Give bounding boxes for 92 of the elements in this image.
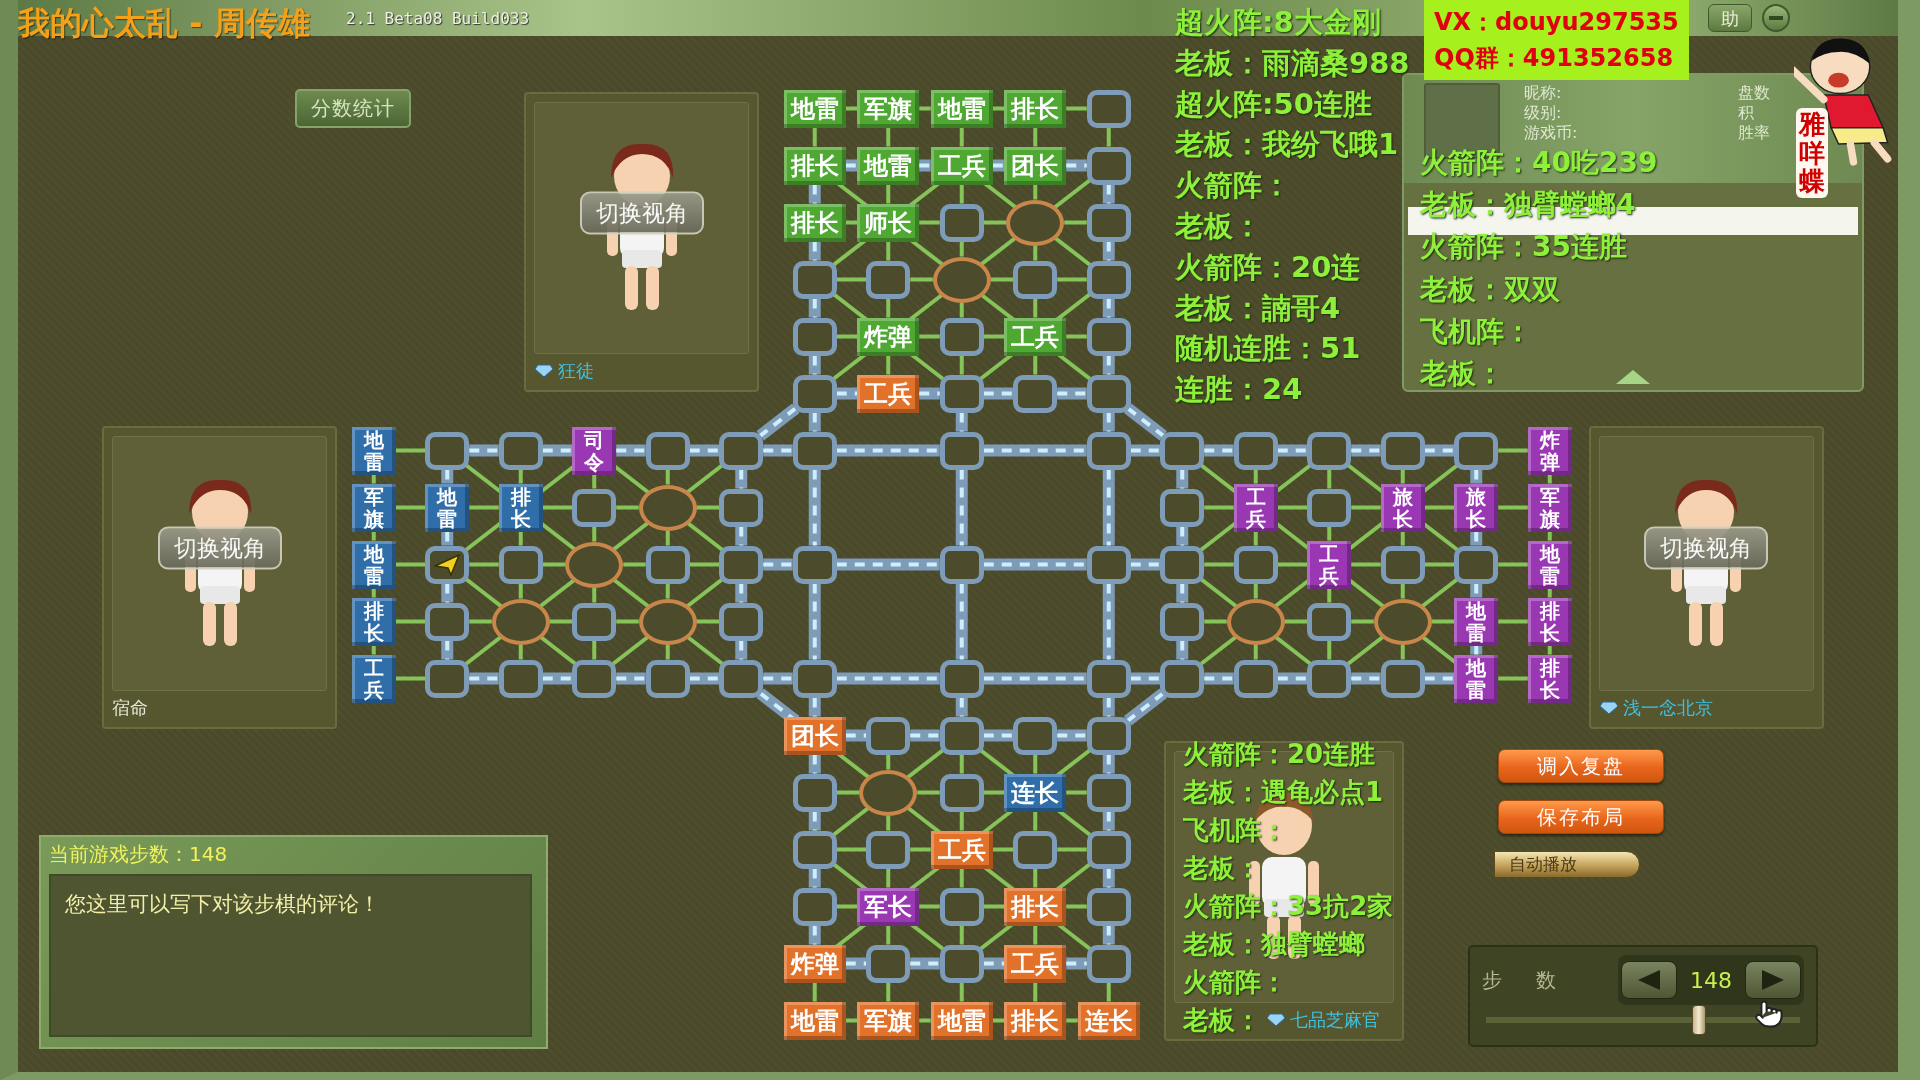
note-text: 老板：雨滴桑988	[1175, 44, 1410, 82]
game-piece[interactable]: 工兵	[1307, 540, 1352, 589]
note-text: 超火阵:50连胜	[1175, 85, 1372, 123]
autoplay-button[interactable]: 自动播放	[1493, 851, 1640, 878]
game-piece[interactable]: 地雷	[1454, 597, 1499, 646]
game-piece[interactable]: 军旗	[1527, 483, 1572, 532]
game-piece[interactable]: 工兵	[351, 654, 396, 703]
info-label: 胜率	[1738, 123, 1770, 143]
game-piece[interactable]: 炸弹	[783, 944, 846, 983]
note-text: 老板：双双	[1420, 271, 1560, 308]
game-piece[interactable]: 军旗	[857, 89, 920, 128]
game-piece[interactable]: 师长	[857, 203, 920, 242]
info-label: 级别:	[1524, 103, 1562, 123]
game-piece[interactable]: 地雷	[930, 1001, 993, 1040]
game-piece[interactable]: 排长	[1527, 597, 1572, 646]
info-label: 盘数	[1738, 83, 1770, 103]
info-label: 积	[1738, 103, 1754, 123]
player-name: 七品芝麻官	[1289, 1008, 1380, 1032]
game-piece[interactable]: 地雷	[783, 1001, 846, 1040]
step-label: 步 数	[1481, 966, 1571, 994]
game-piece[interactable]: 炸弹	[857, 317, 920, 356]
sticker-text: 雅咩蝶	[1796, 108, 1828, 198]
game-piece[interactable]: 地雷	[930, 89, 993, 128]
game-piece[interactable]: 旅长	[1454, 483, 1499, 532]
contact-text: VX：douyu297535	[1434, 7, 1679, 38]
game-piece[interactable]: 排长	[498, 483, 543, 532]
player-name: 宿命	[112, 696, 148, 720]
switch-view-button[interactable]: 切换视角	[579, 191, 704, 235]
note-text: 火箭阵：35连胜	[1420, 229, 1627, 266]
game-piece[interactable]: 地雷	[1454, 654, 1499, 703]
game-piece[interactable]: 排长	[783, 203, 846, 242]
note-text: 火箭阵：40吃239	[1420, 145, 1658, 181]
game-piece[interactable]: 工兵	[1233, 483, 1278, 532]
game-piece[interactable]: 工兵	[1004, 317, 1067, 356]
game-piece[interactable]: 连长	[1004, 773, 1067, 812]
game-piece[interactable]: 工兵	[1004, 944, 1067, 983]
game-piece[interactable]: 排长	[783, 146, 846, 185]
game-piece[interactable]: 地雷	[1527, 540, 1572, 589]
game-piece[interactable]: 地雷	[351, 426, 396, 475]
note-text: 火箭阵：20连	[1175, 248, 1361, 286]
note-text: 老板：	[1175, 208, 1262, 245]
player-name: 狂徒	[558, 359, 594, 383]
song-title: 我的心太乱 - 周传雄	[18, 4, 310, 42]
note-text: 火箭阵：20连胜	[1183, 738, 1376, 771]
note-text: 老板：	[1420, 356, 1504, 392]
action-button[interactable]: 保存布局	[1497, 800, 1664, 834]
note-text: 连胜：24	[1175, 371, 1303, 409]
note-text: 随机连胜：51	[1175, 330, 1361, 368]
game-piece[interactable]: 军长	[857, 887, 920, 926]
info-label: 游戏币:	[1524, 123, 1578, 143]
note-text: 火箭阵：	[1175, 167, 1291, 205]
game-piece[interactable]: 旅长	[1380, 483, 1425, 532]
switch-view-button[interactable]: 切换视角	[1644, 526, 1769, 570]
game-piece[interactable]: 连长	[1077, 1001, 1140, 1040]
note-text: 老板：遇龟必点1	[1183, 776, 1384, 809]
note-text: 老板：我纷飞哦1	[1175, 126, 1399, 164]
player-name: 浅一念北京	[1622, 696, 1713, 720]
game-piece[interactable]: 工兵	[857, 374, 920, 413]
game-piece[interactable]: 排长	[351, 597, 396, 646]
note-text: 老板：諵哥4	[1175, 289, 1341, 327]
game-piece[interactable]: 团长	[1004, 146, 1067, 185]
comment-field[interactable]: 您这里可以写下对该步棋的评论！	[49, 874, 532, 1037]
contact-text: QQ群：491352658	[1434, 43, 1674, 74]
score-stats-button[interactable]: 分数统计	[294, 89, 411, 128]
step-count-title: 当前游戏步数：148	[49, 841, 229, 868]
note-text: 飞机阵：	[1420, 313, 1532, 350]
help-button[interactable]: 助	[1708, 4, 1752, 32]
step-value: 148	[1689, 967, 1733, 993]
window-title: 2.1 Beta08 Build033	[346, 8, 530, 28]
game-piece[interactable]: 排长	[1527, 654, 1572, 703]
game-piece[interactable]: 司令	[572, 426, 617, 475]
game-piece[interactable]: 炸弹	[1527, 426, 1572, 475]
game-piece[interactable]: 地雷	[425, 483, 470, 532]
note-text: 火箭阵：	[1183, 966, 1287, 999]
info-label: 昵称:	[1524, 83, 1562, 103]
game-piece[interactable]: 地雷	[783, 89, 846, 128]
game-piece[interactable]: 排长	[1004, 89, 1067, 128]
game-piece[interactable]: 地雷	[351, 540, 396, 589]
game-piece[interactable]: 工兵	[930, 830, 993, 869]
note-text: 超火阵:8大金刚	[1175, 4, 1381, 41]
game-piece[interactable]: 排长	[1004, 887, 1067, 926]
action-button[interactable]: 调入复盘	[1497, 749, 1664, 783]
note-text: 老板：	[1183, 852, 1261, 885]
switch-view-button[interactable]: 切换视角	[157, 526, 282, 570]
note-text: 老板：独臂螳螂	[1183, 928, 1365, 961]
game-piece[interactable]: 地雷	[857, 146, 920, 185]
game-piece[interactable]: 工兵	[930, 146, 993, 185]
game-piece[interactable]: 团长	[783, 716, 846, 755]
game-piece[interactable]: 军旗	[351, 483, 396, 532]
game-piece[interactable]: 军旗	[857, 1001, 920, 1040]
game-piece[interactable]: 排长	[1004, 1001, 1067, 1040]
note-text: 老板：	[1183, 1004, 1261, 1037]
